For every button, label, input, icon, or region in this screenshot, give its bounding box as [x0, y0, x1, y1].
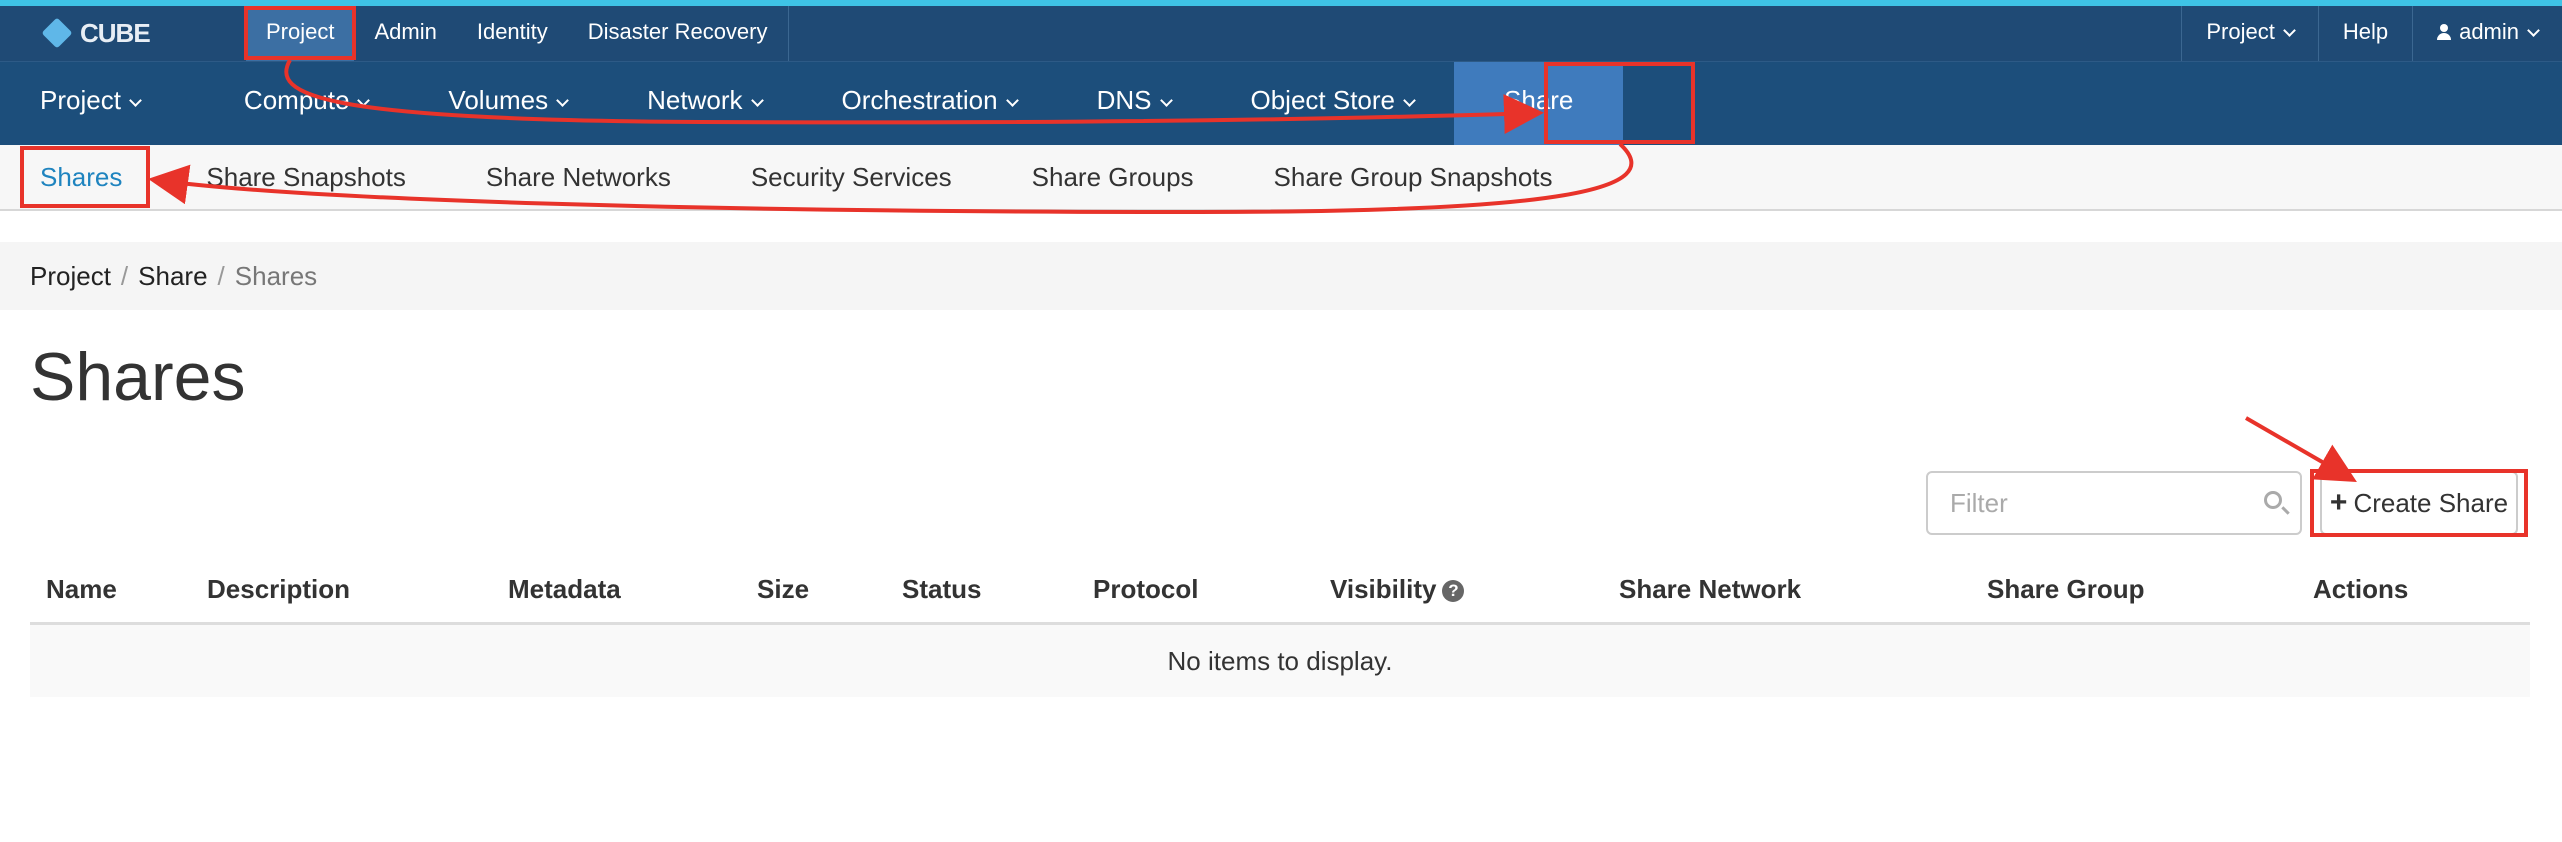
topnav-project[interactable]: Project	[246, 6, 355, 61]
chevron-down-icon	[129, 94, 142, 107]
topnav-disaster-recovery[interactable]: Disaster Recovery	[568, 6, 788, 61]
top-bar: CUBE Project Admin Identity Disaster Rec…	[0, 6, 2562, 62]
cube-logo[interactable]: CUBE	[41, 17, 151, 49]
chevron-down-icon	[2527, 24, 2540, 37]
mainnav-project-label: Project	[40, 85, 121, 115]
chevron-down-icon	[1403, 94, 1416, 107]
breadcrumb-separator: /	[120, 260, 129, 291]
breadcrumb-separator: /	[217, 260, 225, 291]
filter-box	[1926, 471, 2302, 535]
column-header-actions: Actions	[2313, 556, 2530, 625]
help-link[interactable]: Help	[2317, 6, 2412, 61]
topnav-admin[interactable]: Admin	[354, 6, 456, 61]
tab-share-group-snapshots[interactable]: Share Group Snapshots	[1234, 162, 1593, 193]
tab-shares[interactable]: Shares	[0, 162, 162, 193]
filter-input[interactable]	[1928, 473, 2252, 533]
breadcrumb-current: Shares	[234, 260, 318, 291]
sub-nav: Shares Share Snapshots Share Networks Se…	[0, 145, 2562, 211]
main-nav: Project Compute Volumes Network Orchestr…	[0, 62, 2562, 145]
column-header-share-group[interactable]: Share Group	[1987, 556, 2313, 625]
mainnav-dns-label: DNS	[1096, 85, 1152, 115]
chevron-down-icon	[2282, 24, 2296, 37]
breadcrumb-share[interactable]: Share	[138, 261, 207, 292]
column-header-description[interactable]: Description	[207, 556, 508, 625]
search-icon[interactable]	[2264, 491, 2282, 509]
plus-icon: +	[2329, 486, 2348, 519]
empty-message: No items to display.	[30, 623, 2530, 697]
chevron-down-icon	[1005, 94, 1019, 107]
mainnav-volumes[interactable]: Volumes	[408, 62, 607, 145]
mainnav-volumes-label: Volumes	[448, 85, 549, 115]
mainnav-network[interactable]: Network	[607, 62, 801, 145]
annotation-arrow-to-create-share	[2245, 416, 2357, 482]
column-header-name[interactable]: Name	[30, 556, 207, 625]
mainnav-compute-label: Compute	[243, 85, 350, 115]
project-selector-label: Project	[2206, 19, 2275, 44]
topnav-identity[interactable]: Identity	[457, 6, 568, 61]
question-circle-icon[interactable]: ?	[1442, 579, 1465, 602]
logo-icon	[41, 17, 73, 49]
project-selector-dropdown[interactable]: Project	[2181, 6, 2317, 61]
tab-share-networks[interactable]: Share Networks	[446, 162, 711, 193]
column-header-status[interactable]: Status	[902, 556, 1093, 625]
create-share-label: Create Share	[2353, 487, 2509, 518]
column-header-visibility[interactable]: Visibility?	[1330, 556, 1619, 625]
column-header-metadata[interactable]: Metadata	[508, 556, 757, 625]
mainnav-orchestration[interactable]: Orchestration	[802, 62, 1057, 145]
chevron-down-icon	[556, 94, 570, 107]
tab-share-groups[interactable]: Share Groups	[992, 162, 1234, 193]
create-share-button[interactable]: + Create Share	[2320, 471, 2518, 535]
column-header-visibility-label: Visibility	[1330, 573, 1437, 604]
chevron-down-icon	[357, 94, 371, 107]
mainnav-compute[interactable]: Compute	[180, 62, 409, 145]
logo-text: CUBE	[80, 17, 151, 48]
page-title: Shares	[30, 339, 246, 415]
table-empty-row: No items to display.	[30, 623, 2530, 697]
mainnav-dns[interactable]: DNS	[1057, 62, 1211, 145]
table-header-row: Name Description Metadata Size Status Pr…	[30, 556, 2530, 625]
user-icon	[2437, 24, 2452, 40]
top-divider	[788, 6, 789, 61]
chevron-down-icon	[1159, 94, 1173, 107]
user-name: admin	[2459, 19, 2519, 44]
user-menu-dropdown[interactable]: admin	[2412, 6, 2562, 61]
breadcrumb: Project / Share / Shares	[0, 242, 2562, 310]
top-nav: Project Admin Identity Disaster Recovery	[246, 6, 788, 61]
mainnav-object-store[interactable]: Object Store	[1211, 62, 1455, 145]
mainnav-share[interactable]: Share	[1454, 62, 1624, 145]
mainnav-orchestration-label: Orchestration	[841, 85, 998, 115]
mainnav-object-store-label: Object Store	[1250, 85, 1396, 115]
mainnav-network-label: Network	[647, 85, 743, 115]
top-right-menu: Project Help admin	[2181, 6, 2562, 61]
shares-table: Name Description Metadata Size Status Pr…	[30, 556, 2530, 697]
column-header-share-network[interactable]: Share Network	[1619, 556, 1987, 625]
tab-share-snapshots[interactable]: Share Snapshots	[162, 162, 445, 193]
mainnav-project[interactable]: Project	[0, 62, 180, 145]
tab-security-services[interactable]: Security Services	[711, 162, 992, 193]
chevron-down-icon	[750, 94, 764, 107]
column-header-size[interactable]: Size	[757, 556, 902, 625]
column-header-protocol[interactable]: Protocol	[1093, 556, 1330, 625]
breadcrumb-project[interactable]: Project	[30, 261, 111, 292]
